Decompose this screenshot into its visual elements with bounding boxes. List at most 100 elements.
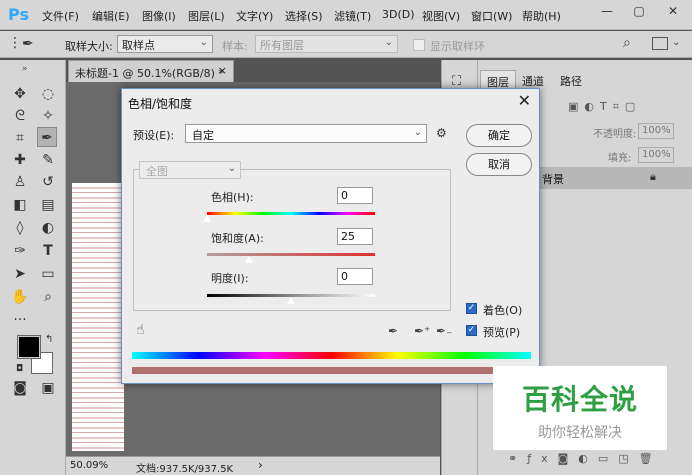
menu-window[interactable]: 窗口(W) (471, 8, 512, 24)
status-menu-arrow-icon[interactable]: › (258, 458, 263, 472)
tab-paths[interactable]: 路径 (554, 70, 588, 90)
layer-name: 背景 (542, 173, 564, 186)
tab-channels[interactable]: 通道 (516, 70, 550, 90)
tab-layers[interactable]: 图层 (480, 70, 516, 90)
workspace-icon[interactable] (652, 37, 668, 50)
sample-select[interactable]: 所有图层 ⌄ (255, 35, 398, 53)
doc-size-info: 文档:937.5K/937.5K (136, 464, 234, 475)
history-panel-icon[interactable]: ⛶ (452, 74, 461, 89)
close-window-button[interactable]: ✕ (662, 4, 684, 22)
lightness-label: 明度(I): (211, 272, 249, 285)
chevron-down-icon: ⌄ (199, 37, 208, 48)
toolbox: » ✥ ◌ ᘓ ✧ ⌗ ✒ ✚ ✎ ♙ ↺ ◧ ▤ ◊ ◐ ✑ T ➤ ▭ ✋ … (0, 60, 66, 475)
hue-slider-track[interactable] (207, 212, 375, 215)
zoom-tool-icon[interactable]: ⌕ (38, 287, 58, 307)
document-tab[interactable]: 未标题-1 @ 50.1%(RGB/8) * × (68, 60, 234, 82)
saturation-input[interactable] (337, 228, 373, 245)
grip-icon: ⋮ (8, 35, 22, 51)
document-tab-title: 未标题-1 @ 50.1%(RGB/8) * (75, 67, 224, 80)
ok-button[interactable]: 确定 (466, 124, 532, 147)
menu-3d[interactable]: 3D(D) (382, 8, 415, 21)
rectangle-tool-icon[interactable]: ▭ (38, 264, 58, 284)
channel-value: 全图 (146, 165, 168, 178)
sample-size-select[interactable]: 取样点 ⌄ (117, 35, 213, 53)
screen-mode-icon[interactable]: ▣ (38, 378, 58, 398)
chevron-down-icon: ⌄ (227, 163, 236, 174)
swap-colors-icon[interactable]: ↰ (45, 334, 53, 345)
clone-stamp-tool-icon[interactable]: ♙ (10, 172, 30, 192)
eyedropper-icon[interactable]: ✒ (388, 324, 398, 338)
saturation-slider-thumb[interactable] (245, 256, 253, 263)
healing-brush-tool-icon[interactable]: ✚ (10, 150, 30, 170)
eyedropper-minus-icon[interactable]: ✒₋ (436, 324, 452, 338)
chevron-down-icon: ⌄ (413, 127, 422, 138)
cancel-button[interactable]: 取消 (466, 153, 532, 176)
channel-select[interactable]: 全图 ⌄ (139, 161, 241, 179)
menu-layer[interactable]: 图层(L) (188, 8, 225, 24)
menu-filter[interactable]: 滤镜(T) (334, 8, 371, 24)
menu-type[interactable]: 文字(Y) (236, 8, 273, 24)
marquee-tool-icon[interactable]: ◌ (38, 84, 58, 104)
maximize-button[interactable]: ▢ (628, 4, 650, 22)
zoom-level[interactable]: 50.09% (70, 460, 108, 471)
hue-saturation-dialog: 色相/饱和度 ✕ 预设(E): 自定 ⌄ ⚙ 确定 取消 全图 ⌄ 色相(H):… (121, 88, 540, 384)
preset-select[interactable]: 自定 ⌄ (185, 124, 427, 143)
eraser-tool-icon[interactable]: ◧ (10, 195, 30, 215)
preset-options-gear-icon[interactable]: ⚙ (436, 126, 447, 140)
pen-tool-icon[interactable]: ✑ (10, 241, 30, 261)
preview-checkbox[interactable]: ✓ (466, 325, 477, 336)
eyedropper-plus-icon[interactable]: ✒⁺ (414, 324, 430, 338)
dodge-tool-icon[interactable]: ◐ (38, 218, 58, 238)
brush-tool-icon[interactable]: ✎ (38, 150, 58, 170)
magic-wand-tool-icon[interactable]: ✧ (38, 106, 58, 126)
history-brush-tool-icon[interactable]: ↺ (38, 172, 58, 192)
layer-actions-icons[interactable]: ⚭ƒx◙◐▭◳🗑︎ (508, 452, 663, 465)
eyedropper-tool-icon[interactable]: ✒ (22, 36, 34, 52)
menu-help[interactable]: 帮助(H) (522, 8, 561, 24)
on-image-adjust-hand-icon[interactable]: ☝ (136, 322, 145, 338)
more-tools-icon[interactable]: ··· (10, 310, 30, 330)
quick-mask-icon[interactable]: ◙ (10, 378, 30, 398)
show-ring-checkbox[interactable] (413, 39, 425, 51)
menu-file[interactable]: 文件(F) (42, 8, 79, 24)
chevron-down-icon[interactable]: ⌄ (672, 37, 680, 48)
preset-label: 预设(E): (133, 129, 175, 142)
lightness-slider-thumb[interactable] (287, 297, 295, 304)
layer-filter-icons[interactable]: ▣◐T⌗▢ (568, 100, 641, 114)
lightness-input[interactable] (337, 268, 373, 285)
crop-tool-icon[interactable]: ⌗ (10, 128, 30, 148)
show-ring-label: 显示取样环 (430, 40, 485, 53)
menu-image[interactable]: 图像(I) (142, 8, 176, 24)
menu-view[interactable]: 视图(V) (422, 8, 460, 24)
hue-label: 色相(H): (211, 191, 254, 204)
foreground-color-swatch[interactable] (17, 335, 41, 359)
output-color-bar (132, 367, 531, 374)
minimize-button[interactable]: — (596, 4, 618, 22)
default-colors-icon[interactable]: ◘ (16, 364, 23, 374)
hue-input[interactable] (337, 187, 373, 204)
eyedropper-tool-icon[interactable]: ✒ (37, 127, 57, 147)
options-bar: ⋮ ✒ 取样大小: 取样点 ⌄ 样本: 所有图层 ⌄ 显示取样环 ⌕ ⌄ (0, 31, 692, 58)
hand-tool-icon[interactable]: ✋ (10, 287, 30, 307)
search-icon[interactable]: ⌕ (623, 35, 631, 51)
opacity-label: 不透明度: (593, 129, 637, 140)
path-selection-tool-icon[interactable]: ➤ (10, 264, 30, 284)
gradient-tool-icon[interactable]: ▤ (38, 195, 58, 215)
sample-label: 样本: (222, 40, 248, 53)
collapse-icon[interactable]: » (22, 64, 28, 74)
saturation-slider-track[interactable] (207, 253, 375, 256)
close-tab-icon[interactable]: × (218, 64, 227, 77)
move-tool-icon[interactable]: ✥ (10, 84, 30, 104)
menu-edit[interactable]: 编辑(E) (92, 8, 130, 24)
hue-slider-thumb[interactable] (203, 215, 211, 222)
type-tool-icon[interactable]: T (38, 241, 58, 261)
lasso-tool-icon[interactable]: ᘓ (10, 106, 30, 126)
channel-group-box (133, 169, 451, 311)
dialog-close-button[interactable]: ✕ (518, 91, 531, 110)
fill-field[interactable]: 100% (638, 147, 674, 163)
watermark-logo: 百科全说 助你轻松解决 (493, 366, 667, 450)
colorize-checkbox[interactable]: ✓ (466, 303, 477, 314)
blur-tool-icon[interactable]: ◊ (10, 218, 30, 238)
opacity-field[interactable]: 100% (638, 123, 674, 139)
menu-select[interactable]: 选择(S) (285, 8, 323, 24)
